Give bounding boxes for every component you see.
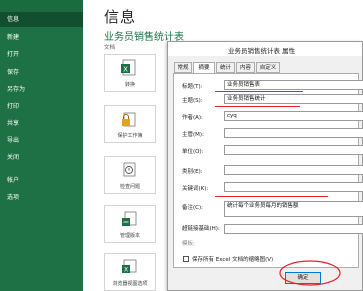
protect-workbook-button[interactable]: 保护工作簿 — [104, 105, 156, 143]
sidebar-item-share[interactable]: 共享 — [0, 116, 83, 131]
sidebar-item-save-as[interactable]: 另存为 — [0, 82, 83, 97]
save-thumbnail-label: 保存所有 Excel 文档的缩略图(V) — [192, 257, 274, 263]
author-field[interactable]: cyq — [224, 111, 363, 121]
convert-button[interactable]: X 转换 — [104, 54, 156, 92]
title-label: 标题(T): — [182, 84, 203, 90]
template-label: 模板: — [182, 241, 195, 247]
annotation-circle-ok — [279, 260, 341, 286]
backstage-sidebar: 信息 新建 打开 保存 另存为 打印 共享 导出 关闭 帐户 选项 — [0, 0, 83, 291]
category-label: 类别(E): — [182, 169, 203, 175]
tab-statistics[interactable]: 统计 — [216, 62, 235, 73]
comments-field[interactable]: 统计每个业务员每月的销售额 — [224, 201, 363, 217]
keywords-label: 关键词(K): — [182, 186, 209, 192]
title-field[interactable]: 业务员销售表 — [224, 80, 363, 90]
manage-versions-icon — [122, 211, 137, 226]
summary-panel: 标题(T): 业务员销售表 主题(S): 业务员销售统计 作者(A): cyq … — [173, 73, 363, 268]
sidebar-item-account[interactable]: 帐户 — [0, 173, 83, 188]
annotation-underline-title — [215, 91, 303, 92]
sidebar-item-close[interactable]: 关闭 — [0, 150, 83, 165]
subject-field[interactable]: 业务员销售统计 — [224, 94, 363, 104]
comments-label: 备注(C): — [182, 205, 203, 211]
tab-general[interactable]: 常规 — [174, 62, 192, 73]
convert-label: 转换 — [124, 82, 135, 88]
annotation-underline-comments — [215, 196, 328, 197]
convert-icon: X — [121, 59, 136, 76]
document-location: 文档 — [104, 45, 116, 51]
tab-custom[interactable]: 自定义 — [256, 62, 280, 73]
properties-dialog: 业务员销售统计表 属性 常规 摘要 统计 内容 自定义 标题(T): 业务员销售… — [167, 41, 363, 291]
subject-label: 主题(S): — [182, 98, 203, 104]
sidebar-item-info[interactable]: 信息 — [0, 12, 83, 27]
save-thumbnail-checkbox[interactable] — [183, 256, 189, 262]
sidebar-item-export[interactable]: 导出 — [0, 133, 83, 148]
dialog-titlebar: 业务员销售统计表 属性 — [168, 42, 362, 56]
company-label: 单位(O): — [182, 149, 204, 155]
hyperlink-base-label: 超链接基础(H): — [182, 226, 220, 232]
tab-contents[interactable]: 内容 — [236, 62, 255, 73]
sidebar-item-options[interactable]: 选项 — [0, 190, 83, 205]
manager-field[interactable] — [224, 128, 363, 138]
back-button[interactable] — [0, 0, 83, 12]
sidebar-item-save[interactable]: 保存 — [0, 65, 83, 80]
manage-versions-label: 管理版本 — [119, 233, 140, 239]
author-label: 作者(A): — [182, 115, 203, 121]
sidebar-item-print[interactable]: 打印 — [0, 99, 83, 114]
browser-view-icon: X — [122, 259, 137, 274]
sidebar-item-new[interactable]: 新建 — [0, 30, 83, 45]
keywords-field[interactable] — [224, 182, 363, 192]
dialog-title: 业务员销售统计表 属性 — [228, 47, 296, 55]
browser-view-label: 浏览器视图选项 — [112, 281, 148, 287]
hyperlink-base-field[interactable] — [224, 224, 363, 234]
company-field[interactable] — [224, 145, 363, 155]
protect-workbook-label: 保护工作簿 — [117, 133, 143, 139]
check-issues-label: 检查问题 — [119, 184, 140, 190]
manager-label: 主管(M): — [182, 132, 204, 138]
protect-workbook-icon — [122, 112, 136, 127]
page-title: 信息 — [104, 8, 137, 26]
sidebar-item-open[interactable]: 打开 — [0, 47, 83, 62]
browser-view-options-button[interactable]: X 浏览器视图选项 — [104, 253, 156, 291]
svg-text:X: X — [123, 66, 128, 74]
check-issues-button[interactable]: 检查问题 — [104, 156, 156, 194]
annotation-underline-subject — [215, 106, 300, 107]
check-issues-icon — [123, 162, 136, 177]
category-field[interactable] — [224, 165, 363, 175]
svg-text:X: X — [124, 267, 128, 274]
manage-versions-button[interactable]: 管理版本 — [104, 205, 156, 243]
